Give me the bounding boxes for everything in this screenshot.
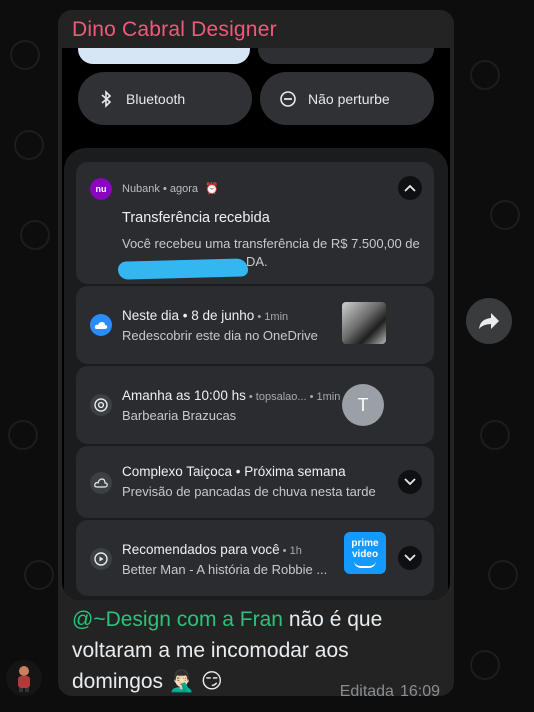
dnd-tile: Não perturbe	[260, 72, 434, 125]
notification-time: • 1min	[254, 311, 289, 323]
attached-screenshot[interactable]: Bluetooth Não perturbe nu Nubank • agora…	[62, 48, 450, 600]
message-bubble[interactable]: Dino Cabral Designer Bluetooth Não pertu…	[58, 10, 454, 696]
dnd-label: Não perturbe	[308, 90, 390, 107]
notification-app-name: Nubank	[122, 183, 160, 195]
notification-title-line: Neste dia • 8 de junho • 1min	[122, 308, 288, 323]
do-not-disturb-icon	[278, 89, 298, 109]
message-time: 16:09	[399, 683, 440, 696]
bluetooth-icon	[96, 89, 116, 109]
forward-arrow-icon	[479, 313, 499, 329]
notification-body: Previsão de pancadas de chuva nesta tard…	[122, 484, 376, 499]
memory-thumbnail	[342, 302, 386, 344]
expand-button	[398, 470, 422, 494]
cloud-icon	[90, 472, 112, 494]
notification-body-line2: DA.	[246, 254, 268, 269]
notification-shade: nu Nubank • agora ⏰ Transferência recebi…	[64, 148, 448, 600]
prime-smile-mark	[354, 561, 376, 568]
notification-title: Transferência recebida	[122, 210, 270, 226]
notification-title-line: Amanha as 10:00 hs • topsalao... • 1min	[122, 388, 340, 403]
notification-title: Complexo Taiçoca • Próxima semana	[122, 464, 346, 479]
notification-body-line1: Você recebeu uma transferência de R$ 7.5…	[122, 236, 420, 251]
notification-time: • topsalao... • 1min	[245, 391, 341, 403]
quick-setting-tile-partial	[258, 48, 434, 64]
notification-weather: Complexo Taiçoca • Próxima semana Previs…	[76, 446, 434, 518]
notification-title: Neste dia • 8 de junho	[122, 308, 255, 323]
collapse-button	[398, 176, 422, 200]
prime-logo-word1: prime	[351, 538, 379, 549]
notification-body: Barbearia Brazucas	[122, 408, 237, 423]
message-status: Editada 16:09	[340, 683, 440, 696]
alert-bell-icon: ⏰	[205, 183, 219, 195]
prime-video-logo: prime video	[344, 532, 386, 574]
notification-time: • 1h	[279, 545, 302, 557]
forward-button[interactable]	[466, 298, 512, 344]
notification-prime-video: Recomendados para você • 1h Better Man -…	[76, 520, 434, 596]
notification-app-line: Nubank • agora ⏰	[122, 182, 219, 195]
prime-logo-word2: video	[351, 549, 379, 560]
expand-button	[398, 546, 422, 570]
onedrive-icon	[90, 314, 112, 336]
play-icon	[90, 548, 112, 570]
notification-title: Amanha as 10:00 hs	[122, 388, 246, 403]
nubank-icon: nu	[90, 178, 112, 200]
notification-onedrive: Neste dia • 8 de junho • 1min Redescobri…	[76, 286, 434, 364]
sender-avatar[interactable]	[6, 660, 42, 696]
bluetooth-tile: Bluetooth	[78, 72, 252, 125]
chrome-icon	[90, 394, 112, 416]
notification-chrome: Amanha as 10:00 hs • topsalao... • 1min …	[76, 366, 434, 444]
notification-body: Better Man - A história de Robbie ...	[122, 562, 328, 577]
contact-avatar: T	[342, 384, 384, 426]
edited-label: Editada	[339, 683, 394, 696]
sender-name[interactable]: Dino Cabral Designer	[72, 18, 277, 42]
notification-nubank: nu Nubank • agora ⏰ Transferência recebi…	[76, 162, 434, 284]
quick-setting-tile-partial	[78, 48, 250, 64]
redaction-scribble	[117, 258, 249, 280]
notification-time: • agora	[159, 183, 199, 195]
mention-link[interactable]: @~Design com a Fran	[72, 608, 283, 631]
notification-title-line: Recomendados para você • 1h	[122, 542, 302, 557]
bluetooth-label: Bluetooth	[126, 90, 186, 107]
notification-title: Recomendados para você	[122, 542, 280, 557]
notification-body: Redescobrir este dia no OneDrive	[122, 328, 318, 343]
